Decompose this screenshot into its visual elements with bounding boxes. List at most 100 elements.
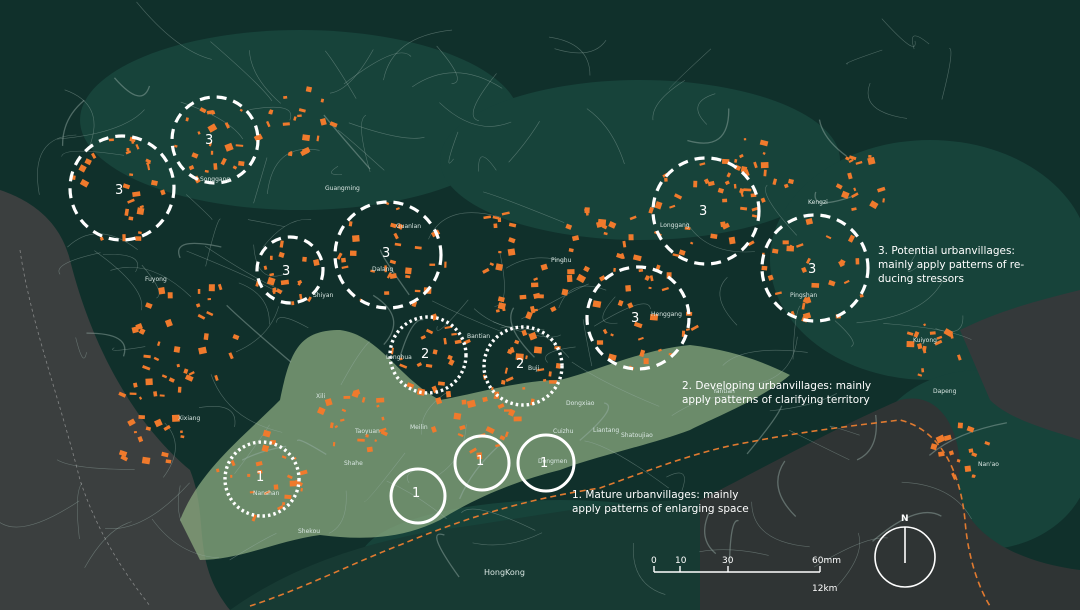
zone-number-potential: 3 bbox=[382, 246, 391, 261]
urban-village-patch bbox=[429, 263, 436, 266]
legend-mature: 1. Mature urbanvillages: mainly apply pa… bbox=[572, 488, 749, 516]
urban-village-patch bbox=[145, 378, 153, 386]
urban-village-patch bbox=[782, 240, 789, 245]
urban-village-patch bbox=[207, 297, 212, 301]
scale-tick-0: 0 bbox=[651, 556, 657, 566]
place-label-longgang: Longgang bbox=[660, 222, 690, 229]
urban-village-patch bbox=[693, 180, 698, 188]
place-label-cuizhu: Cuizhu bbox=[553, 428, 574, 435]
place-label-guangming: Guangming bbox=[325, 185, 360, 192]
urban-village-patch bbox=[210, 150, 214, 155]
legend-potential: 3. Potential urbanvillages: mainly apply… bbox=[878, 244, 1024, 286]
zone-number-potential: 3 bbox=[699, 204, 708, 219]
urban-village-patch bbox=[613, 267, 616, 272]
urban-village-patch bbox=[332, 442, 336, 447]
zone-number-potential: 3 bbox=[282, 264, 291, 279]
urban-village-patch bbox=[273, 484, 279, 490]
urban-village-patch bbox=[291, 301, 295, 306]
legend-potential-line3: ducing stressors bbox=[878, 273, 964, 285]
urban-village-patch bbox=[213, 163, 218, 170]
urban-village-patch bbox=[126, 147, 130, 152]
urban-village-patch bbox=[384, 291, 390, 295]
urban-village-patch bbox=[929, 331, 936, 335]
urban-village-patch bbox=[301, 134, 311, 142]
urban-village-patch bbox=[495, 263, 504, 271]
scale-tick-60: 60mm bbox=[812, 556, 841, 566]
urban-village-patch bbox=[376, 397, 385, 403]
urban-village-patch bbox=[437, 381, 445, 386]
urban-village-patch bbox=[302, 256, 307, 262]
urban-village-patch bbox=[389, 273, 397, 279]
urban-village-patch bbox=[493, 223, 498, 229]
urban-village-patch bbox=[513, 416, 522, 422]
urban-village-patch bbox=[584, 208, 588, 212]
place-label-shiyan: Shiyan bbox=[313, 292, 334, 299]
urban-village-patch bbox=[128, 216, 134, 221]
place-label-liantang: Liantang bbox=[593, 427, 620, 434]
urban-village-patch bbox=[968, 448, 974, 453]
urban-village-patch bbox=[108, 138, 114, 142]
urban-village-patch bbox=[340, 257, 346, 263]
place-label-kuiyong: Kuiyong bbox=[913, 337, 937, 344]
urban-village-patch bbox=[208, 284, 215, 292]
urban-village-patch bbox=[282, 502, 286, 506]
zone-number-potential: 3 bbox=[808, 262, 817, 277]
urban-village-patch bbox=[153, 391, 158, 397]
urban-village-patch bbox=[498, 250, 502, 254]
legend-developing: 2. Developing urbanvillages: mainly appl… bbox=[682, 379, 871, 407]
urban-village-patch bbox=[141, 456, 151, 465]
urban-village-patch bbox=[284, 494, 292, 500]
urban-village-patch bbox=[138, 414, 145, 420]
urban-village-patch bbox=[811, 282, 820, 288]
urban-village-patch bbox=[763, 169, 767, 177]
place-label-taoyuan: Taoyuan bbox=[355, 428, 380, 435]
zone-number-developing: 2 bbox=[421, 347, 430, 362]
urban-village-patch bbox=[343, 395, 351, 399]
urban-village-patch bbox=[461, 399, 467, 405]
legend-developing-line1: 2. Developing urbanvillages: mainly bbox=[682, 380, 872, 392]
legend-potential-line1: 3. Potential urbanvillages: bbox=[878, 245, 1015, 257]
place-label-hongkong: HongKong bbox=[484, 568, 525, 577]
urban-village-patch bbox=[743, 188, 752, 192]
zone-number-potential: 3 bbox=[631, 311, 640, 326]
place-label-meilin: Meilin bbox=[410, 424, 428, 431]
place-label-shahe: Shahe bbox=[344, 460, 363, 467]
place-label-dalang: Dalang bbox=[372, 266, 394, 273]
urban-village-patch bbox=[280, 279, 290, 286]
place-label-fuyong: Fuyong bbox=[145, 276, 167, 283]
urban-village-patch bbox=[230, 474, 233, 478]
urban-village-patch bbox=[453, 412, 462, 420]
zone-number-potential: 3 bbox=[115, 183, 124, 198]
scale-tick-10: 10 bbox=[675, 556, 687, 566]
urban-village-patch bbox=[507, 248, 516, 256]
urban-village-patch bbox=[197, 289, 201, 294]
urban-village-patch bbox=[760, 162, 769, 169]
urban-village-map: Guangming Songgang Fuyong Guanlan Dalang… bbox=[0, 0, 1080, 610]
urban-village-patch bbox=[238, 160, 245, 167]
urban-village-patch bbox=[855, 258, 860, 265]
urban-village-patch bbox=[743, 138, 747, 141]
urban-village-patch bbox=[566, 274, 573, 283]
legend-potential-line2: mainly apply patterns of re- bbox=[878, 259, 1025, 271]
urban-village-patch bbox=[173, 346, 181, 353]
urban-village-patch bbox=[921, 368, 925, 373]
urban-village-patch bbox=[129, 173, 134, 177]
urban-village-patch bbox=[269, 255, 273, 260]
urban-village-patch bbox=[868, 154, 872, 158]
urban-village-patch bbox=[533, 346, 543, 354]
place-label-nanshan: Nanshan bbox=[253, 490, 280, 497]
urban-village-patch bbox=[305, 86, 313, 93]
urban-village-patch bbox=[597, 218, 607, 227]
place-label-guanlan: Guanlan bbox=[396, 223, 422, 230]
place-label-bantian: Bantian bbox=[467, 333, 491, 340]
urban-village-patch bbox=[549, 380, 557, 384]
place-label-pinghu: Pinghu bbox=[551, 257, 572, 264]
zone-number-mature: 1 bbox=[540, 456, 549, 471]
urban-village-patch bbox=[497, 217, 502, 222]
urban-village-patch bbox=[414, 289, 421, 293]
place-label-kengzi: Kengzi bbox=[808, 199, 828, 206]
urban-village-patch bbox=[664, 177, 668, 182]
urban-village-patch bbox=[519, 294, 527, 300]
urban-village-patch bbox=[159, 394, 165, 397]
place-label-pingshan: Pingshan bbox=[790, 292, 818, 299]
